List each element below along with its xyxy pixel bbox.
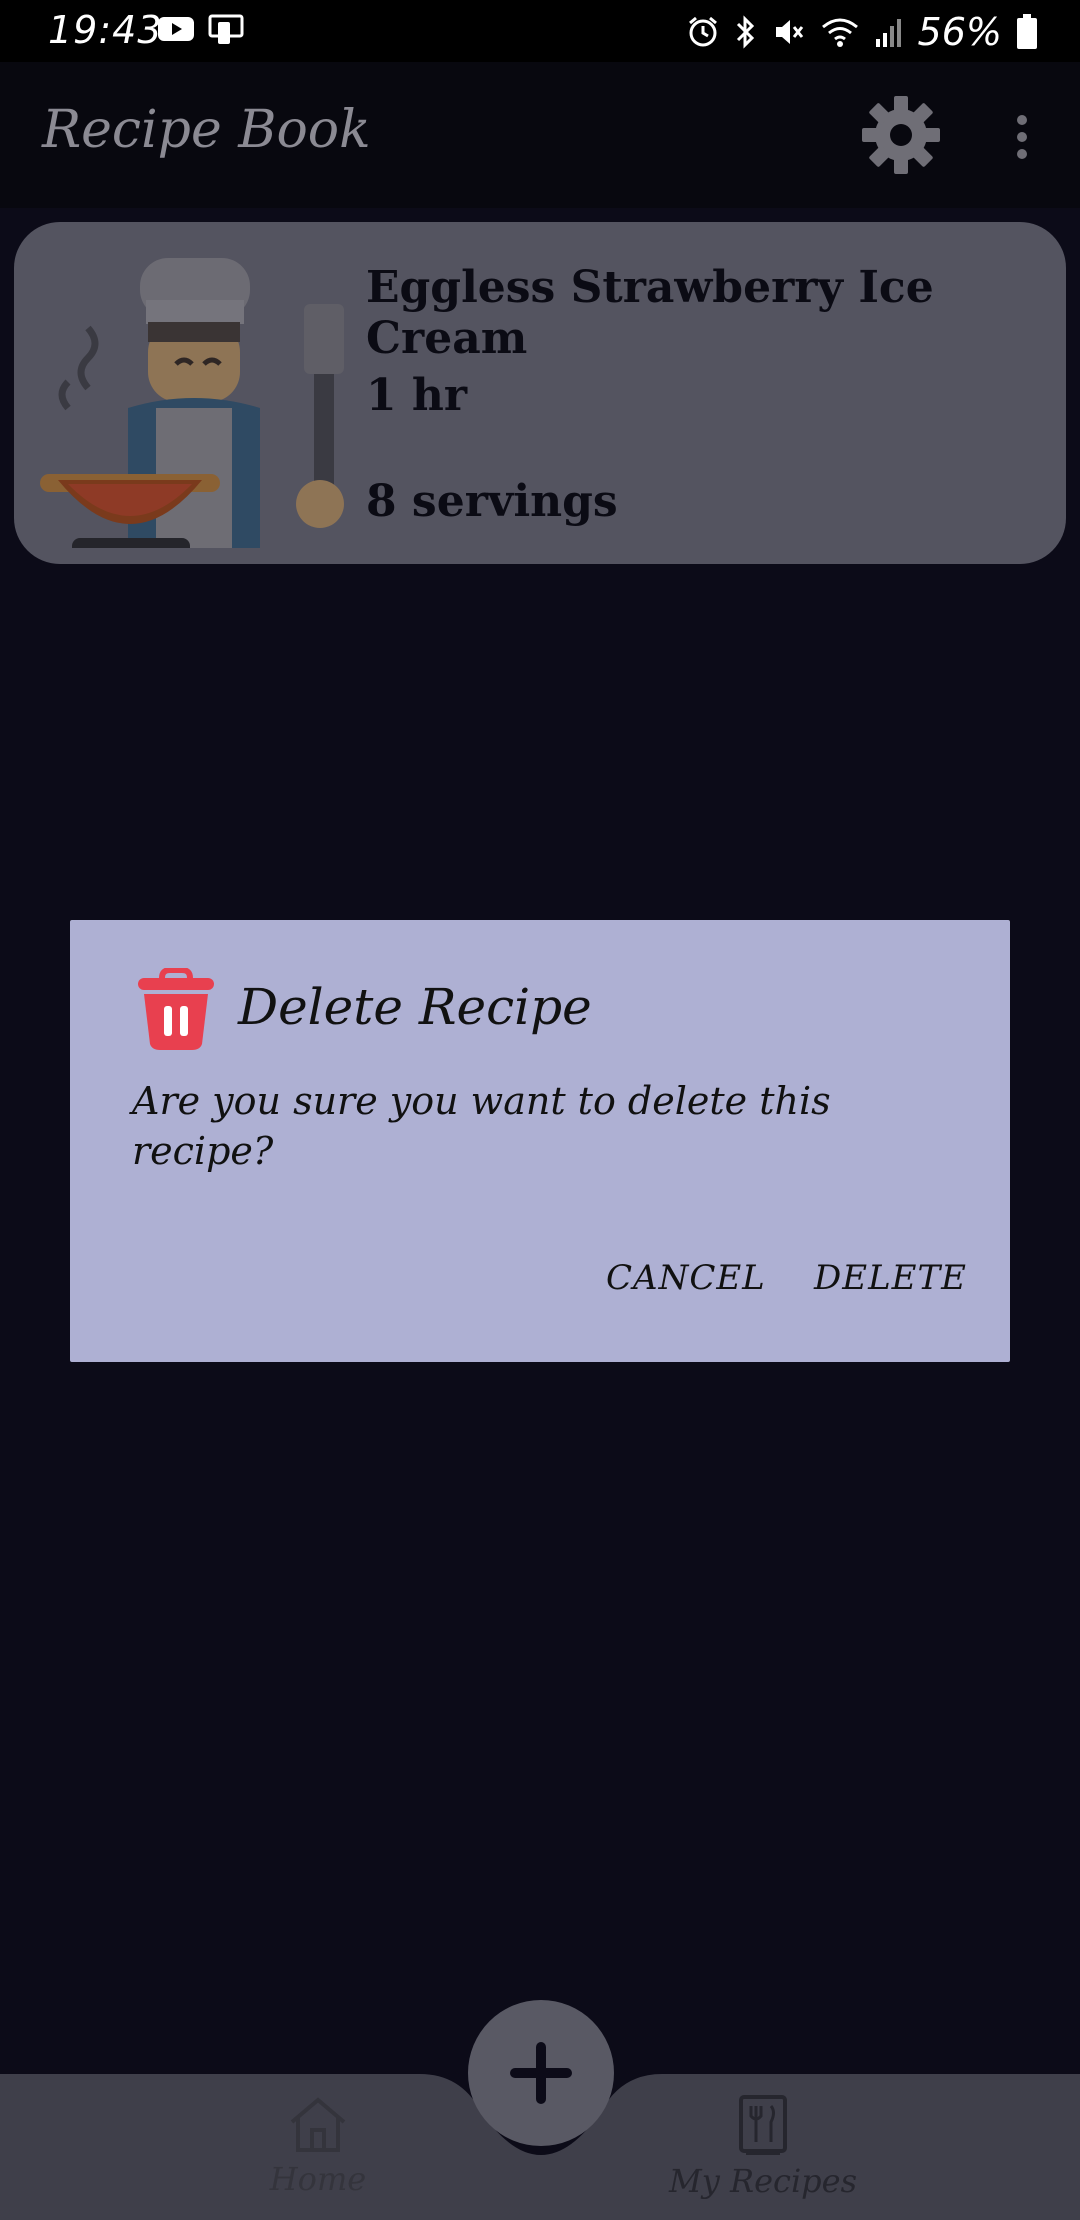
status-bar: 19:43 56% [0, 0, 1080, 62]
bottom-navigation: Home My Recipes [0, 2000, 1080, 2220]
cast-device-icon [208, 14, 244, 44]
recipe-time: 1 hr [366, 370, 468, 421]
recipe-title: Eggless Strawberry Ice Cream [366, 262, 934, 364]
status-time: 19:43 [48, 8, 163, 52]
recipe-servings: 8 servings [366, 476, 618, 527]
add-recipe-button[interactable] [468, 2000, 614, 2146]
mute-icon [775, 20, 803, 44]
nav-my-recipes[interactable]: My Recipes [668, 2094, 858, 2200]
nav-my-recipes-label: My Recipes [668, 2162, 858, 2200]
alarm-icon [688, 16, 717, 47]
bluetooth-icon [736, 15, 754, 49]
cancel-button[interactable]: CANCEL [606, 1258, 766, 1298]
nav-home-label: Home [269, 2160, 367, 2198]
delete-recipe-dialog: Delete Recipe Are you sure you want to d… [70, 920, 1010, 1362]
system-status-icons: 56% [686, 10, 1038, 54]
recipe-book-icon [739, 2095, 787, 2155]
youtube-icon [158, 17, 194, 41]
nav-home[interactable]: Home [258, 2094, 378, 2198]
notification-icons [158, 14, 244, 46]
signal-icon [875, 19, 901, 47]
dialog-title: Delete Recipe [238, 978, 592, 1036]
plus-icon [510, 2042, 572, 2104]
delete-button[interactable]: DELETE [814, 1258, 967, 1298]
app-title: Recipe Book [42, 100, 371, 160]
app-bar: Recipe Book [0, 62, 1080, 208]
wifi-icon [821, 18, 858, 47]
battery-icon [1017, 14, 1037, 49]
home-icon [290, 2097, 346, 2152]
settings-gear-icon[interactable] [860, 94, 942, 176]
dialog-message: Are you sure you want to delete this rec… [132, 1079, 831, 1173]
trash-icon [138, 968, 214, 1050]
recipe-card[interactable]: Eggless Strawberry Ice Cream 1 hr 8 serv… [14, 222, 1066, 564]
more-options-icon[interactable] [1006, 114, 1038, 160]
chef-cooking-icon [40, 258, 344, 548]
battery-percent: 56% [917, 10, 1002, 54]
